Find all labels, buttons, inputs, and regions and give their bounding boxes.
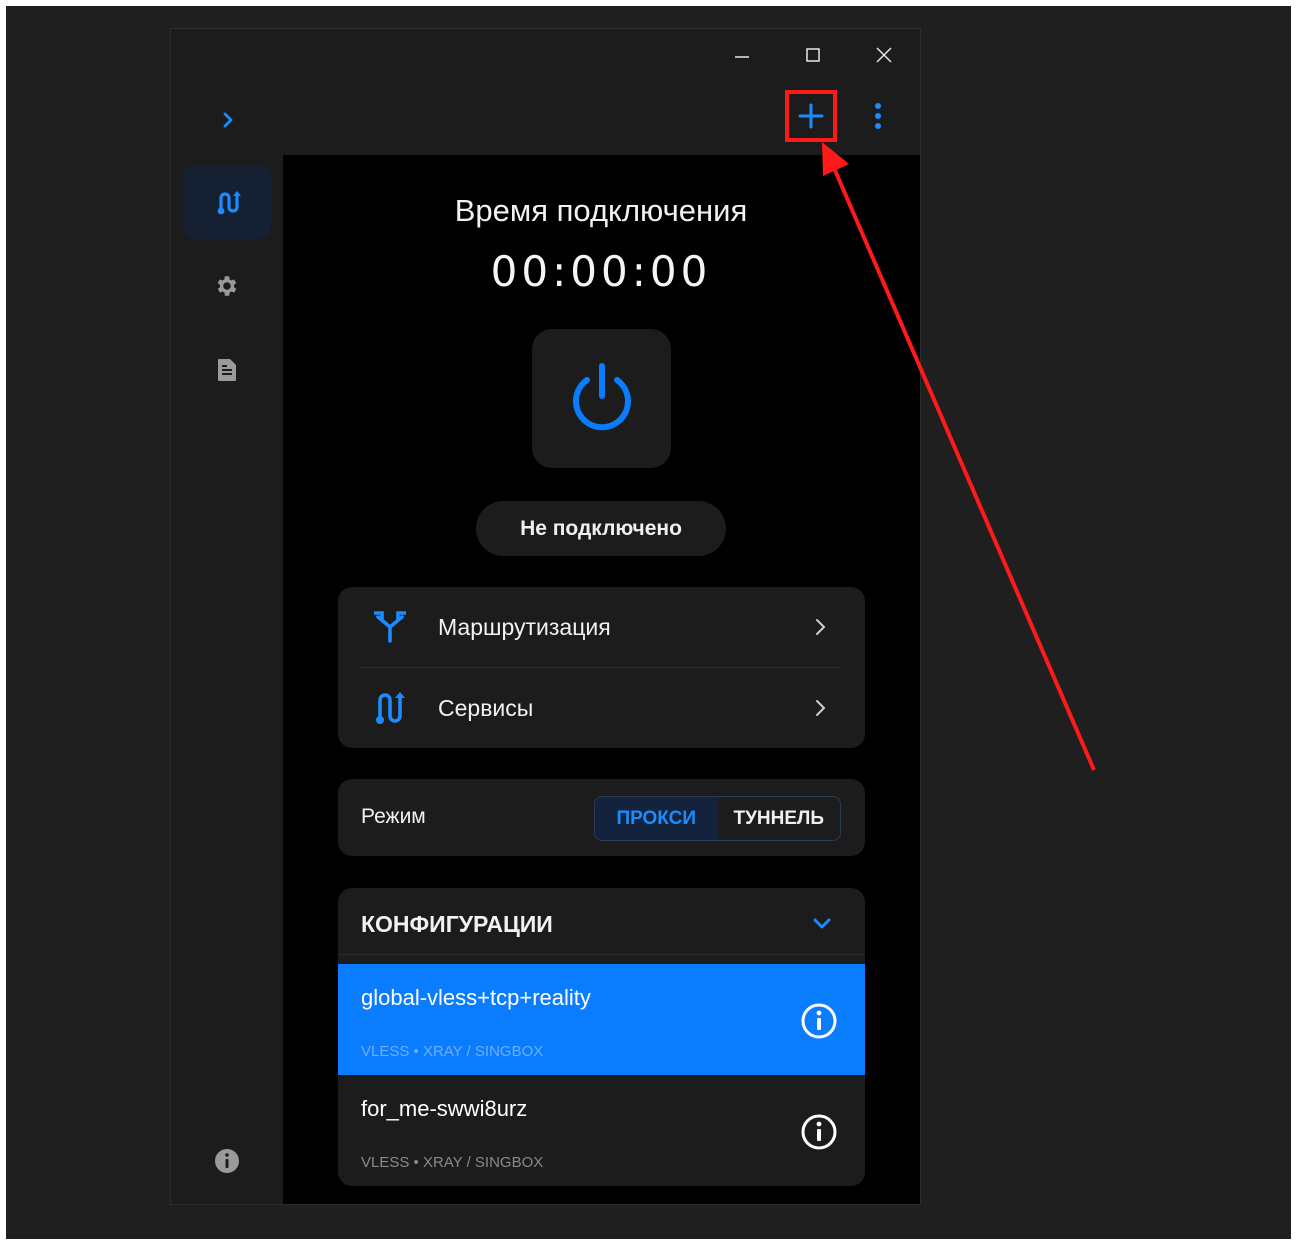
routing-row[interactable]: Маршрутизация [338, 587, 865, 667]
config-name: for_me-swwi8urz [361, 1096, 528, 1121]
divider [338, 954, 865, 955]
mode-card: Режим ПРОКСИ ТУННЕЛЬ [338, 779, 865, 856]
minimize-button[interactable] [719, 37, 765, 73]
config-name: global-vless+tcp+reality [361, 985, 591, 1010]
close-button[interactable] [861, 37, 907, 73]
more-menu-button[interactable] [861, 99, 895, 133]
chevron-down-icon[interactable] [808, 910, 836, 938]
services-label: Сервисы [438, 694, 534, 721]
connection-time-value: 00:00:00 [490, 247, 712, 296]
about-button[interactable] [209, 1143, 245, 1179]
routing-services-card: Маршрутизация Сервисы [338, 587, 865, 748]
mode-option-proxy[interactable]: ПРОКСИ [595, 797, 718, 840]
config-meta: VLESS • XRAY / SINGBOX [361, 1154, 544, 1171]
info-circle-icon[interactable] [800, 1113, 838, 1151]
config-meta: VLESS • XRAY / SINGBOX [361, 1043, 544, 1060]
minimize-icon [735, 56, 749, 58]
close-icon [876, 47, 892, 63]
plus-icon [798, 103, 824, 129]
routing-icon [374, 611, 406, 643]
configurations-card: КОНФИГУРАЦИИ global-vless+tcp+reality VL… [338, 888, 865, 1186]
gear-icon [217, 276, 237, 296]
chevron-right-icon [816, 700, 826, 716]
sidebar-item-logs[interactable] [183, 333, 271, 407]
config-item[interactable]: global-vless+tcp+reality VLESS • XRAY / … [338, 964, 865, 1075]
services-row[interactable]: Сервисы [338, 668, 865, 748]
app-window: Время подключения 00:00:00 Не подключено… [170, 28, 921, 1205]
sidebar-item-connections[interactable] [183, 165, 271, 239]
chevron-right-icon [816, 619, 826, 635]
mode-option-tunnel[interactable]: ТУННЕЛЬ [718, 797, 841, 840]
chevron-right-icon [223, 112, 233, 128]
connection-status-badge: Не подключено [476, 501, 726, 556]
config-item[interactable]: for_me-swwi8urz VLESS • XRAY / SINGBOX [338, 1075, 865, 1186]
sidebar-item-settings[interactable] [183, 249, 271, 323]
maximize-icon [806, 48, 820, 62]
mode-label: Режим [361, 805, 426, 828]
maximize-button[interactable] [790, 37, 836, 73]
info-circle-icon[interactable] [800, 1002, 838, 1040]
services-icon [376, 692, 405, 724]
more-vertical-icon [875, 103, 881, 129]
connection-time-title: Время подключения [454, 193, 748, 228]
sidebar-toggle-button[interactable] [211, 103, 245, 137]
connections-icon [217, 191, 241, 215]
add-config-button[interactable] [785, 90, 837, 142]
info-icon [215, 1149, 239, 1173]
routing-label: Маршрутизация [438, 613, 611, 640]
power-icon [572, 362, 631, 430]
mode-selector: ПРОКСИ ТУННЕЛЬ [594, 796, 841, 841]
document-icon [218, 359, 236, 381]
power-button[interactable] [532, 329, 671, 468]
configurations-header: КОНФИГУРАЦИИ [361, 911, 553, 937]
main-content: Время подключения 00:00:00 Не подключено… [283, 155, 920, 1204]
